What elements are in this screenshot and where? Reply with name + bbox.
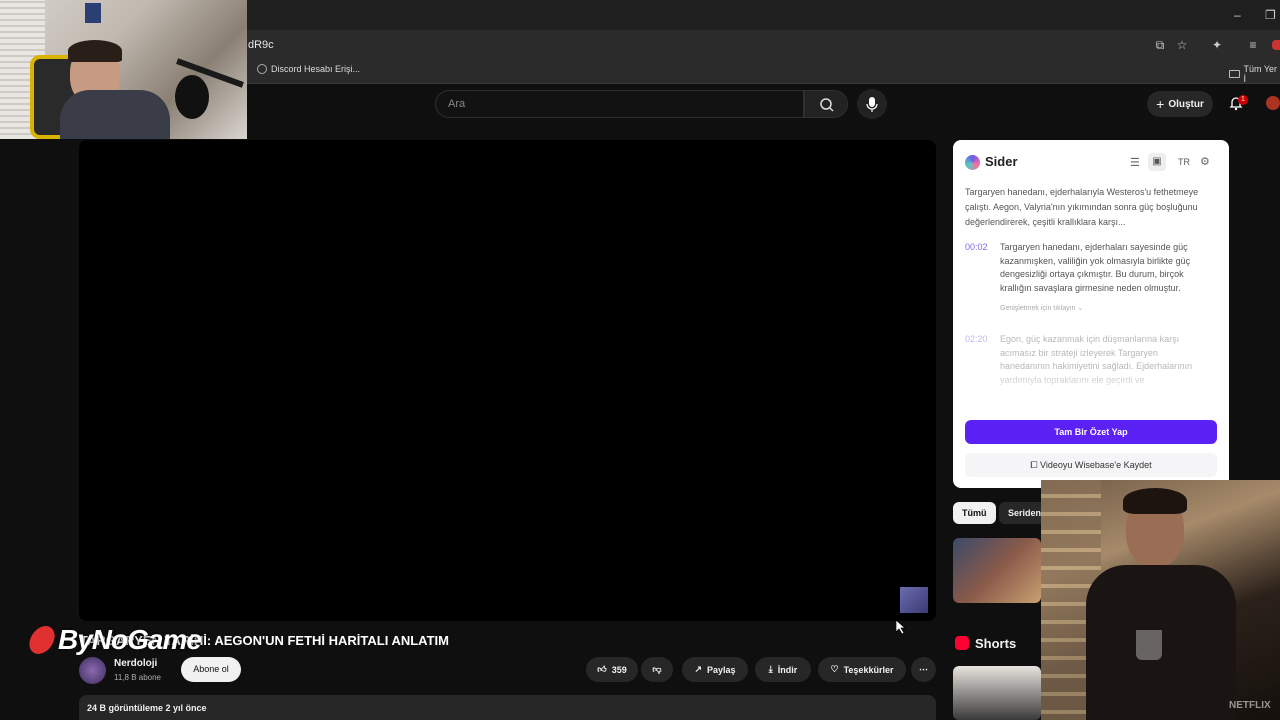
full-summary-button[interactable]: Tam Bir Özet Yap <box>965 420 1217 444</box>
bynogame-logo-icon <box>26 626 58 654</box>
search-button[interactable] <box>804 90 848 118</box>
card-view-icon[interactable]: ▣ <box>1148 153 1166 171</box>
shorts-icon <box>955 636 969 650</box>
thanks-label: Teşekkürler <box>843 664 894 675</box>
extensions-icon[interactable]: ✦ <box>1210 38 1224 52</box>
maximize-button[interactable]: ❐ <box>1265 8 1276 22</box>
voice-search-button[interactable] <box>857 89 887 119</box>
download-button[interactable]: ⤓ İndir <box>755 657 811 682</box>
heart-dollar-icon: ♡ <box>830 664 839 674</box>
create-button[interactable]: + Oluştur <box>1147 91 1213 117</box>
netflix-watermark: NETFLIX <box>1229 700 1271 711</box>
subscriber-count: 11,8 B abone <box>114 673 162 682</box>
video-description[interactable]: 24 B görüntüleme 2 yıl önce <box>79 695 936 720</box>
media-controls-icon[interactable]: ≡ <box>1246 38 1260 52</box>
microphone-icon <box>866 97 878 112</box>
streamer-watermark: ByNoGame <box>26 624 202 656</box>
timestamp-link[interactable]: 00:02 <box>965 242 988 252</box>
save-to-wisebase-button[interactable]: ⧠ Videoyu Wisebase'e Kaydet <box>965 453 1217 477</box>
more-icon: ⋯ <box>919 664 928 674</box>
share-icon: ↗ <box>694 664 702 674</box>
subscribe-button[interactable]: Abone ol <box>181 657 241 682</box>
channel-name[interactable]: Nerdoloji <box>114 658 157 669</box>
folder-icon <box>1229 70 1240 78</box>
plus-icon: + <box>1156 96 1165 112</box>
sider-title: Sider <box>985 154 1018 169</box>
notification-badge: 1 <box>1238 95 1248 105</box>
download-icon: ⤓ <box>768 664 773 674</box>
bookmark-all-folder[interactable]: Tüm Yer İ <box>1229 64 1280 84</box>
url-text[interactable]: dR9c <box>248 39 274 51</box>
bookmark-add-icon: ⧠ <box>1030 460 1038 470</box>
video-player[interactable] <box>79 140 936 621</box>
list-view-icon[interactable]: ☰ <box>1130 156 1140 169</box>
thanks-button[interactable]: ♡ Teşekkürler <box>818 657 906 682</box>
sider-summary: Targaryen hanedanı, ejderhalarıyla Weste… <box>965 187 1199 227</box>
recommended-video-thumbnail[interactable] <box>953 538 1041 603</box>
settings-icon[interactable]: ⚙ <box>1200 155 1210 168</box>
bookmark-label: Discord Hesabı Erişi... <box>271 64 361 74</box>
save-label: Videoyu Wisebase'e Kaydet <box>1040 460 1152 470</box>
webcam-overlay <box>0 0 247 139</box>
profile-avatar-icon[interactable] <box>1272 40 1280 50</box>
download-label: İndir <box>777 664 798 675</box>
dislike-button[interactable]: 👎︎ <box>641 657 673 682</box>
mouse-cursor-icon <box>896 620 906 634</box>
like-count: 359 <box>611 664 627 675</box>
timestamp-link[interactable]: 02:20 <box>965 334 988 344</box>
share-button[interactable]: ↗ Paylaş <box>682 657 748 682</box>
bookmark-discord[interactable]: Discord Hesabı Erişi... <box>257 64 360 74</box>
summary-item-text: Targaryen hanedanı, ejderhaları sayesind… <box>1000 242 1191 293</box>
expand-hint[interactable]: Genişletmek için tıklayın ⌄ <box>1000 304 1083 312</box>
thumbs-down-icon: 👎︎ <box>652 664 662 674</box>
install-app-icon[interactable]: ⧉ <box>1153 38 1167 52</box>
fade-overlay <box>1000 370 1210 398</box>
search-icon <box>820 98 834 112</box>
share-label: Paylaş <box>707 664 736 675</box>
create-label: Oluştur <box>1168 98 1204 110</box>
reaction-overlay-image <box>1041 480 1280 720</box>
like-button[interactable]: 👍︎ 359 <box>586 657 638 682</box>
globe-icon <box>257 64 267 74</box>
language-toggle[interactable]: TR <box>1178 157 1190 167</box>
account-avatar[interactable] <box>1266 96 1280 110</box>
watermark-text: ByNoGame <box>58 624 202 655</box>
channel-watermark-thumbnail[interactable] <box>900 587 928 613</box>
chip-all[interactable]: Tümü <box>953 502 996 524</box>
sider-logo-icon <box>965 155 980 170</box>
channel-avatar[interactable] <box>79 657 106 684</box>
bookmark-label: Tüm Yer İ <box>1243 64 1278 84</box>
bookmark-star-icon[interactable]: ☆ <box>1175 38 1189 52</box>
shorts-heading: Shorts <box>975 636 1017 651</box>
more-actions-button[interactable]: ⋯ <box>911 657 936 682</box>
minimize-button[interactable]: – <box>1234 8 1241 22</box>
shorts-thumbnail[interactable] <box>953 666 1041 720</box>
search-input[interactable]: Ara <box>435 90 804 118</box>
thumbs-up-icon: 👍︎ <box>597 664 607 674</box>
